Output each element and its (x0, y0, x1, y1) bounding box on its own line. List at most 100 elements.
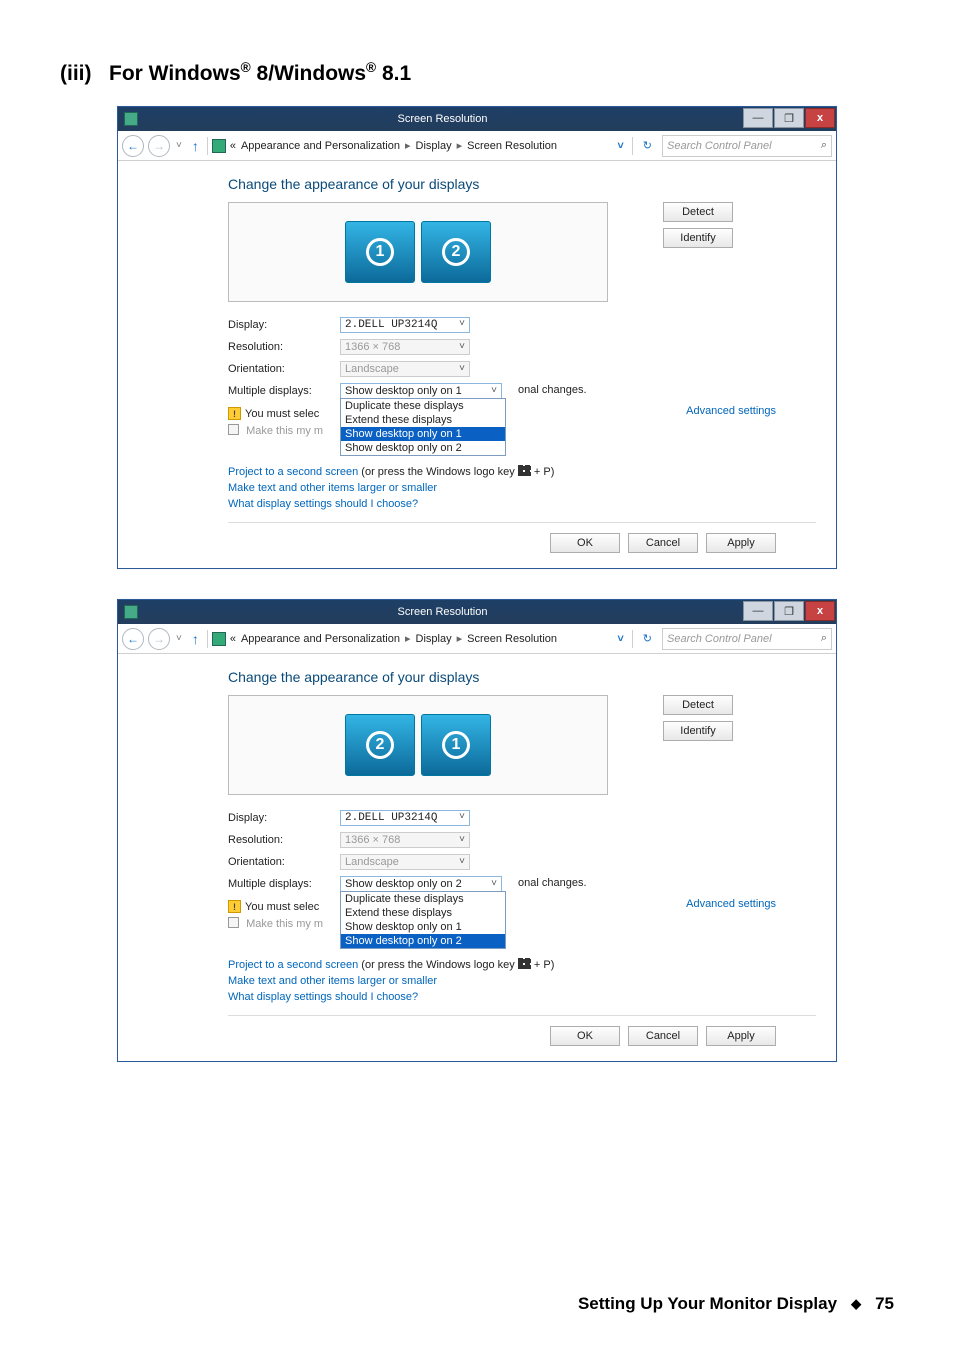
bc-item-2[interactable]: Display (416, 140, 452, 152)
option-show-1[interactable]: Show desktop only on 1 (341, 427, 505, 441)
refresh-button[interactable]: ↻ (637, 139, 658, 152)
multiple-label: Multiple displays: (228, 385, 340, 397)
forward-button[interactable]: → (148, 628, 170, 650)
option-show-2[interactable]: Show desktop only on 2 (341, 934, 505, 948)
breadcrumb-dropdown-icon[interactable]: ˅ (613, 633, 627, 645)
refresh-button[interactable]: ↻ (637, 632, 658, 645)
nav-bar: ← → ˅ ↑ « Appearance and Personalization… (118, 624, 836, 654)
option-show-2[interactable]: Show desktop only on 2 (341, 441, 505, 455)
close-button[interactable]: x (805, 601, 835, 621)
option-show-1[interactable]: Show desktop only on 1 (341, 920, 505, 934)
monitor-2[interactable]: 2 (421, 221, 491, 283)
bc-item-3[interactable]: Screen Resolution (467, 140, 557, 152)
dropdown-options[interactable]: Duplicate these displays Extend these di… (340, 398, 506, 456)
titlebar[interactable]: Screen Resolution — ❐ x (118, 600, 836, 624)
display-label: Display: (228, 319, 340, 331)
apply-button[interactable]: Apply (706, 1026, 776, 1046)
search-input[interactable]: Search Control Panel ⌕ (662, 628, 832, 650)
project-link-hint-2: + P) (531, 959, 555, 971)
ok-button[interactable]: OK (550, 1026, 620, 1046)
monitor-preview[interactable]: 1 2 (228, 202, 608, 302)
reg-mark-2: ® (366, 60, 376, 75)
minimize-button[interactable]: — (743, 108, 773, 128)
option-extend[interactable]: Extend these displays (341, 413, 505, 427)
advanced-settings-link[interactable]: Advanced settings (686, 898, 776, 910)
search-icon: ⌕ (821, 139, 827, 152)
maximize-button[interactable]: ❐ (774, 601, 804, 621)
cancel-button[interactable]: Cancel (628, 1026, 698, 1046)
bc-item-3[interactable]: Screen Resolution (467, 633, 557, 645)
content-heading: Change the appearance of your displays (228, 176, 816, 192)
breadcrumb-dropdown-icon[interactable]: ˅ (613, 140, 627, 152)
identify-button[interactable]: Identify (663, 228, 733, 248)
display-dropdown[interactable]: 2.DELL UP3214Q (340, 810, 470, 826)
multiple-selected: Show desktop only on 2 (345, 878, 462, 890)
cancel-button[interactable]: Cancel (628, 533, 698, 553)
history-dropdown-icon[interactable]: ˅ (174, 633, 184, 644)
ok-button[interactable]: OK (550, 533, 620, 553)
warning-icon: ! (228, 407, 241, 420)
text-size-link[interactable]: Make text and other items larger or smal… (228, 975, 816, 987)
nav-bar: ← → ˅ ↑ « Appearance and Personalization… (118, 131, 836, 161)
window-title: Screen Resolution (142, 113, 743, 125)
bc-sep-2: ▸ (457, 632, 463, 645)
resolution-dropdown[interactable]: 1366 × 768 (340, 832, 470, 848)
display-dropdown[interactable]: 2.DELL UP3214Q (340, 317, 470, 333)
make-main-checkbox[interactable] (228, 917, 239, 928)
back-button[interactable]: ← (122, 135, 144, 157)
orientation-label: Orientation: (228, 363, 340, 375)
monitor-right[interactable]: 1 (421, 714, 491, 776)
breadcrumb[interactable]: « Appearance and Personalization ▸ Displ… (230, 139, 610, 152)
history-dropdown-icon[interactable]: ˅ (174, 140, 184, 151)
multiple-displays-dropdown[interactable]: Show desktop only on 2 Duplicate these d… (340, 876, 502, 892)
breadcrumb-icon (212, 139, 226, 153)
dropdown-options[interactable]: Duplicate these displays Extend these di… (340, 891, 506, 949)
back-button[interactable]: ← (122, 628, 144, 650)
bc-item-1[interactable]: Appearance and Personalization (241, 633, 400, 645)
up-button[interactable]: ↑ (188, 631, 203, 647)
window-title: Screen Resolution (142, 606, 743, 618)
search-icon: ⌕ (821, 632, 827, 645)
bc-item-2[interactable]: Display (416, 633, 452, 645)
project-link[interactable]: Project to a second screen (228, 959, 358, 971)
up-button[interactable]: ↑ (188, 138, 203, 154)
project-link-hint-1: (or press the Windows logo key (358, 466, 518, 478)
advanced-settings-link[interactable]: Advanced settings (686, 405, 776, 417)
text-size-link[interactable]: Make text and other items larger or smal… (228, 482, 816, 494)
make-main-label: Make this my m (246, 918, 323, 930)
help-link[interactable]: What display settings should I choose? (228, 991, 816, 1003)
search-input[interactable]: Search Control Panel ⌕ (662, 135, 832, 157)
monitor-1[interactable]: 1 (345, 221, 415, 283)
project-link-row[interactable]: Project to a second screen (or press the… (228, 958, 816, 971)
resolution-dropdown[interactable]: 1366 × 768 (340, 339, 470, 355)
warn-suffix: onal changes. (518, 384, 587, 396)
option-duplicate[interactable]: Duplicate these displays (341, 399, 505, 413)
option-extend[interactable]: Extend these displays (341, 906, 505, 920)
detect-button[interactable]: Detect (663, 695, 733, 715)
orientation-dropdown[interactable]: Landscape (340, 854, 470, 870)
bc-item-1[interactable]: Appearance and Personalization (241, 140, 400, 152)
option-duplicate[interactable]: Duplicate these displays (341, 892, 505, 906)
close-button[interactable]: x (805, 108, 835, 128)
detect-button[interactable]: Detect (663, 202, 733, 222)
identify-button[interactable]: Identify (663, 721, 733, 741)
titlebar[interactable]: Screen Resolution — ❐ x (118, 107, 836, 131)
monitor-left[interactable]: 2 (345, 714, 415, 776)
screen-resolution-window-2: Screen Resolution — ❐ x ← → ˅ ↑ « Appear… (117, 599, 837, 1062)
project-link-row[interactable]: Project to a second screen (or press the… (228, 465, 816, 478)
multiple-selected: Show desktop only on 1 (345, 385, 462, 397)
apply-button[interactable]: Apply (706, 533, 776, 553)
search-placeholder: Search Control Panel (667, 140, 772, 152)
multiple-displays-dropdown[interactable]: Show desktop only on 1 Duplicate these d… (340, 383, 502, 399)
project-link[interactable]: Project to a second screen (228, 466, 358, 478)
make-main-checkbox[interactable] (228, 424, 239, 435)
warn-suffix: onal changes. (518, 877, 587, 889)
minimize-button[interactable]: — (743, 601, 773, 621)
maximize-button[interactable]: ❐ (774, 108, 804, 128)
monitor-preview[interactable]: 2 1 (228, 695, 608, 795)
warn-prefix: You must selec (245, 408, 319, 420)
forward-button[interactable]: → (148, 135, 170, 157)
orientation-dropdown[interactable]: Landscape (340, 361, 470, 377)
help-link[interactable]: What display settings should I choose? (228, 498, 816, 510)
breadcrumb[interactable]: « Appearance and Personalization ▸ Displ… (230, 632, 610, 645)
